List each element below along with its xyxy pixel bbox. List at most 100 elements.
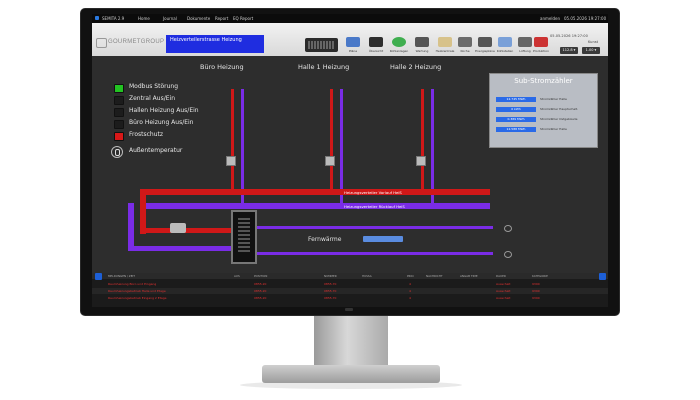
col-header[interactable]: NUMMER (324, 273, 337, 279)
alarm-number: 0855.70 (324, 289, 337, 293)
app-header: GOURMETGROUP Heizverteilerstrasse Heizun… (92, 23, 608, 56)
alarm-expand-button[interactable] (599, 273, 606, 280)
status-led (114, 132, 124, 141)
page-title: Heizverteilerstrasse Heizung (166, 35, 264, 53)
toolbar-label: Pläne (348, 49, 358, 53)
energy-plans-icon[interactable] (478, 37, 492, 47)
cooling-icon[interactable] (392, 37, 406, 47)
zone-title-halle1: Halle 1 Heizung (298, 63, 350, 71)
menu-home[interactable]: Home (138, 14, 150, 23)
col-header[interactable]: NACHRICHT (426, 273, 443, 279)
alarm-text: Raumheizung Büro und Eingang (108, 282, 157, 286)
col-header[interactable]: AUS (234, 273, 240, 279)
table-row[interactable]: Raumheizungsbetrieb Eingang 2 Etage 0855… (92, 295, 608, 301)
valve-halle1[interactable] (325, 156, 335, 166)
alarm-prio: 4 (409, 282, 411, 286)
col-header[interactable]: POSITION (254, 273, 267, 279)
keyboard-icon[interactable] (305, 38, 338, 52)
col-header[interactable]: PRIO (407, 273, 414, 279)
toolbar-label: Übersicht (368, 49, 384, 53)
meter-value: 0.389 MWh (496, 117, 536, 122)
speed-select[interactable]: 1.00 ▾ (582, 47, 600, 54)
alarm-table: MELDUNGEN / ZEIT AUS POSITION NUMMER HUS… (92, 273, 608, 307)
toolbar-label: Kühlanlagen (389, 49, 409, 53)
toolbar-label: Küche (460, 49, 470, 53)
monitor-logo (345, 308, 353, 311)
col-header[interactable]: ANGAB TIME (460, 273, 478, 279)
col-header[interactable]: MELDUNGEN / ZEIT (108, 273, 135, 279)
legend-label: Frostschutz (129, 131, 164, 138)
kitchen-icon[interactable] (458, 37, 472, 47)
endcap-icon (504, 225, 512, 232)
table-row[interactable]: Raumheizungsbetrieb Halle und Etage 0855… (92, 288, 608, 294)
col-header[interactable]: HUSSA (362, 273, 372, 279)
valve-halle2[interactable] (416, 156, 426, 166)
alarm-toggle-button[interactable] (95, 273, 102, 280)
heat-exchanger[interactable] (231, 210, 257, 264)
zoom-select[interactable]: 112.8 ▾ (560, 47, 578, 54)
alarm-number: 0855.70 (324, 282, 337, 286)
riser-supply-buero (231, 89, 234, 191)
toolbar-label: Heizzentrale (435, 49, 455, 53)
menu-journal[interactable]: Journal (163, 14, 177, 23)
meter-label: Stromzähler Ostgebäude (540, 117, 578, 121)
return-label: Heizungsverteiler Rücklauf HeiS (344, 204, 405, 209)
legend-label: Zentral Aus/Ein (129, 95, 175, 102)
production-icon[interactable] (534, 37, 548, 47)
status-led (114, 84, 124, 93)
ventilation-icon[interactable] (518, 37, 532, 47)
heating-icon[interactable] (438, 37, 452, 47)
supply-header (140, 189, 490, 195)
table-row[interactable]: Raumheizung Büro und Eingang 0855.20 085… (92, 281, 608, 287)
toolbar-label: Kühlstellen (496, 49, 514, 53)
thermometer-icon[interactable] (111, 146, 123, 158)
menu-report[interactable]: Report (215, 14, 228, 23)
maintenance-icon[interactable] (415, 37, 429, 47)
menu-dokumente[interactable]: Dokumente (187, 14, 210, 23)
toolbar-label: Energiepläne (475, 49, 495, 53)
loop-return-horizontal (128, 246, 234, 251)
menu-eq-report[interactable]: EQ Report (233, 14, 253, 23)
plans-icon[interactable] (346, 37, 360, 47)
cooling-points-icon[interactable] (498, 37, 512, 47)
riser-supply-halle1 (330, 89, 333, 191)
header-datetime: 05.05.2026 19:27:00 (550, 34, 588, 38)
col-header[interactable]: DAUER (496, 273, 506, 279)
legend-label: Hallen Heizung Aus/Ein (129, 107, 199, 114)
sub-meter-panel: Sub-Stromzähler 12.745 MWh Stromzähler H… (489, 73, 598, 148)
meter-value: 12.745 MWh (496, 97, 536, 102)
district-heat-label: Fernwärme (308, 236, 342, 243)
alarm-duration: Ausschalt (496, 289, 511, 293)
monitor-stand-neck (314, 315, 388, 367)
clock: 05.05.2026 19:27:00 (564, 16, 607, 21)
district-supply-line (257, 226, 493, 229)
header-user: Kunst (588, 40, 599, 44)
meter-label: Stromzähler Halle (540, 127, 567, 131)
screen: SEMITA 2.9 Home Journal Dokumente Report… (92, 14, 608, 307)
alarm-category: 9390 (532, 282, 540, 286)
alarm-duration: Ausschalt (496, 296, 511, 300)
app-name: SEMITA 2.9 (102, 16, 125, 21)
meter-value: 0 kWh (496, 107, 536, 112)
app-icon (95, 16, 99, 20)
return-header (140, 203, 490, 209)
brand-name: GOURMETGROUP (108, 39, 165, 45)
login-link[interactable]: anmelden (540, 14, 560, 23)
alarm-position: 0855.20 (254, 282, 267, 286)
toolbar-label: Wartung (415, 49, 429, 53)
pump-icon[interactable] (170, 223, 186, 233)
alarm-number: 0855.70 (324, 296, 337, 300)
zone-title-halle2: Halle 2 Heizung (390, 63, 442, 71)
meter-label: Stromzähler Halle (540, 97, 567, 101)
overview-icon[interactable] (369, 37, 383, 47)
alarm-position: 0855.20 (254, 296, 267, 300)
valve-buero[interactable] (226, 156, 236, 166)
alarm-duration: Ausschalt (496, 282, 511, 286)
col-header[interactable]: KATEGORIE (532, 273, 548, 279)
riser-return-buero (241, 89, 244, 205)
district-heat-value-button[interactable] (363, 236, 403, 242)
status-led (114, 96, 124, 105)
monitor-bezel: SEMITA 2.9 Home Journal Dokumente Report… (81, 9, 619, 315)
riser-supply-halle2 (421, 89, 424, 191)
schematic-panel: Büro Heizung Halle 1 Heizung Halle 2 Hei… (92, 56, 608, 273)
